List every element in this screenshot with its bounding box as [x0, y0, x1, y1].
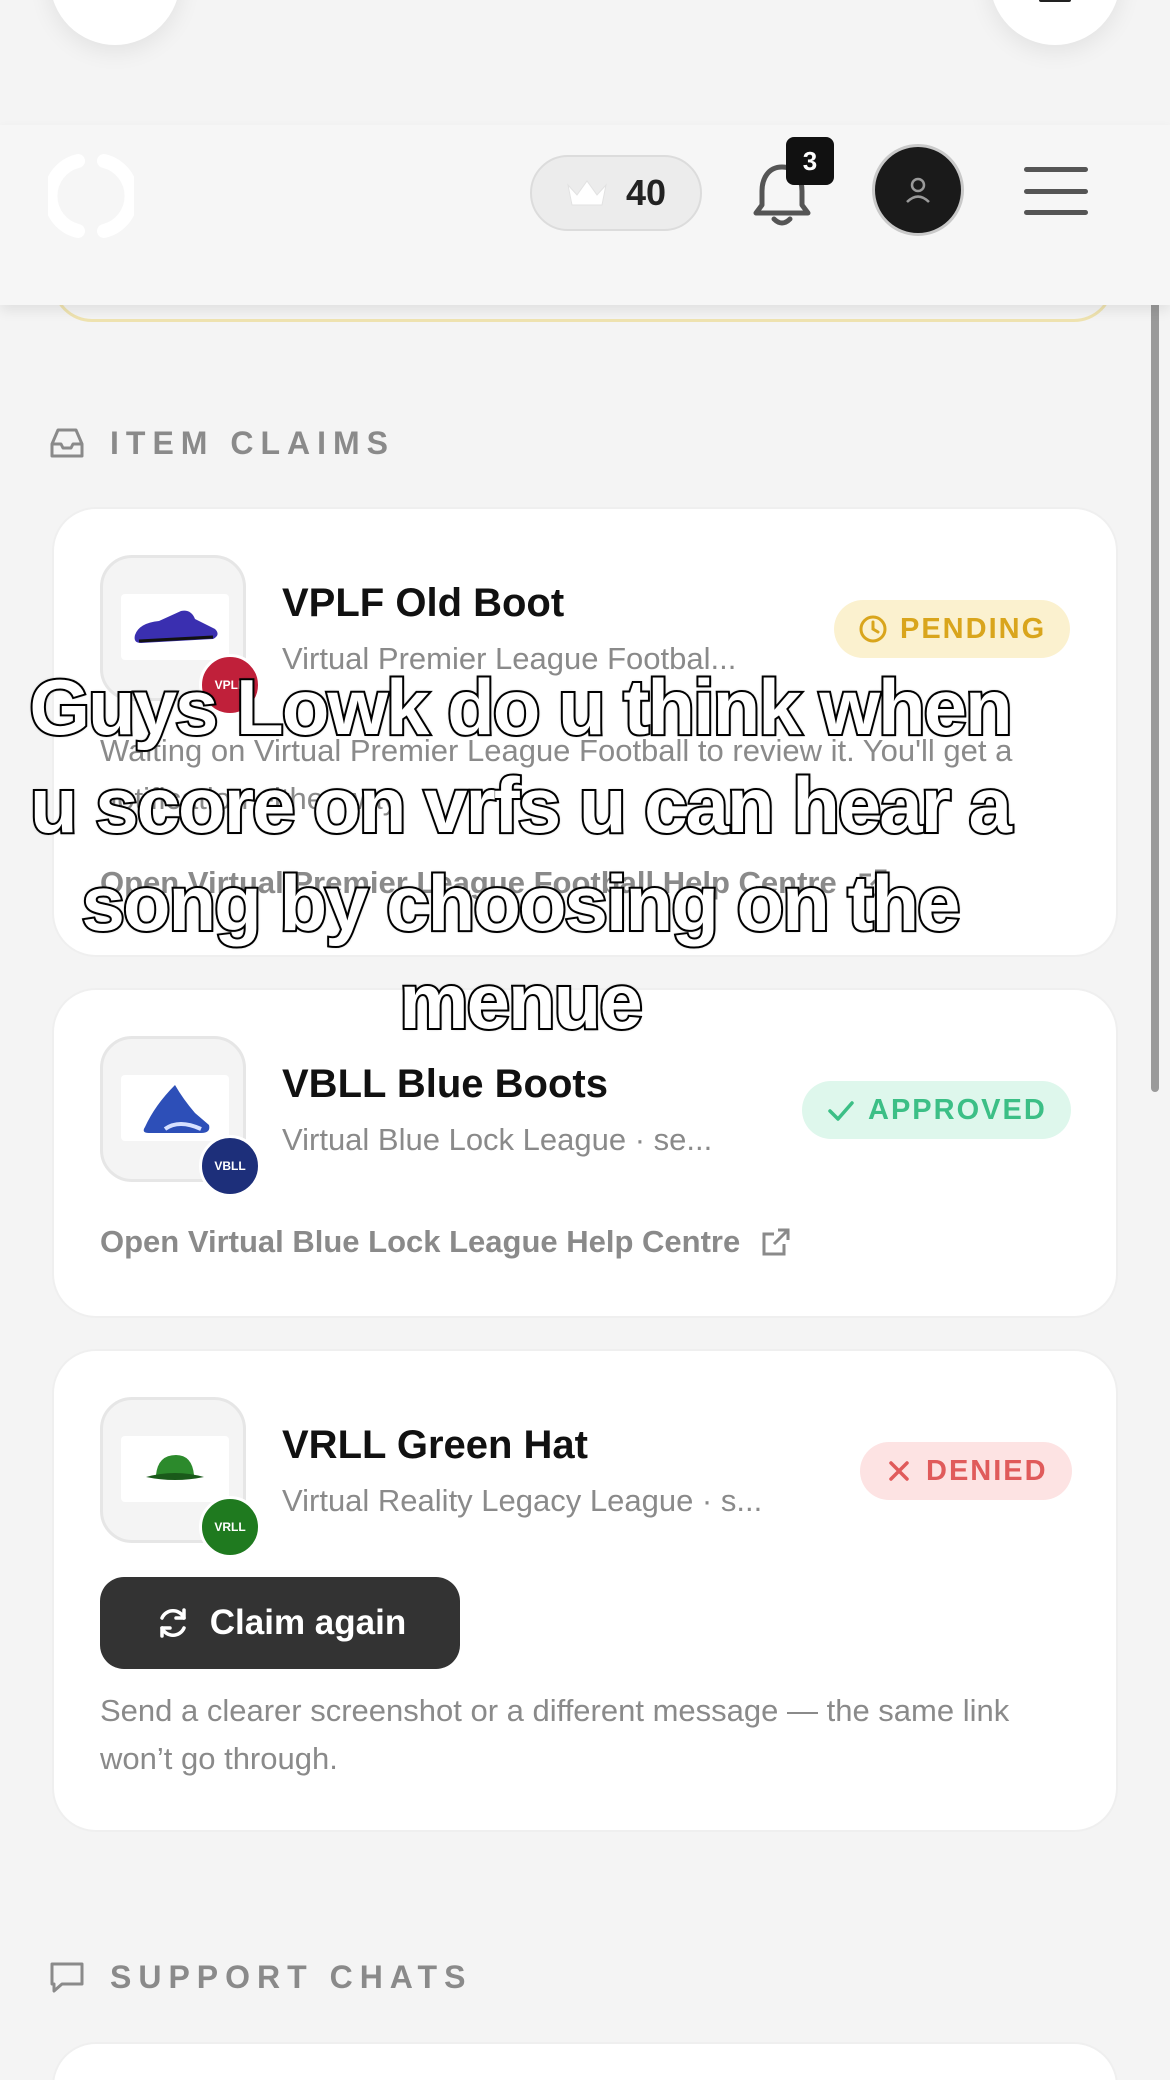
crown-icon — [567, 180, 607, 206]
hamburger-menu-icon[interactable] — [1024, 167, 1088, 215]
external-link-icon — [762, 1228, 790, 1256]
item-claims-heading: ITEM CLAIMS — [48, 424, 395, 462]
check-icon — [828, 1101, 854, 1121]
claim-note: Send a clearer screenshot or a different… — [100, 1693, 1010, 1776]
boot-icon — [134, 610, 218, 643]
claim-again-button[interactable]: Claim again — [100, 1577, 460, 1669]
item-subtitle: Virtual Blue Lock League · se... — [282, 1122, 713, 1157]
boot-icon — [143, 1085, 210, 1133]
status-badge-denied: DENIED — [860, 1442, 1072, 1500]
league-badge: VRLL — [199, 1496, 261, 1558]
support-chat-card[interactable] — [52, 2042, 1118, 2080]
league-badge: VBLL — [199, 1135, 261, 1197]
hat-icon — [146, 1455, 204, 1480]
notification-badge: 3 — [786, 137, 834, 185]
avatar[interactable] — [872, 144, 964, 236]
video-caption: Guys Lowk do u think when u score on vrf… — [27, 661, 1014, 1047]
scrollbar[interactable] — [1151, 272, 1159, 1092]
support-chats-heading: SUPPORT CHATS — [48, 1958, 472, 1996]
item-name: VRLL Green Hat — [282, 1423, 588, 1467]
crown-count: 40 — [625, 172, 667, 213]
inbox-icon — [50, 428, 84, 458]
item-name: VPLF Old Boot — [282, 581, 565, 625]
user-icon — [906, 177, 930, 203]
help-centre-link[interactable]: Open Virtual Blue Lock League Help Centr… — [100, 1224, 792, 1260]
x-icon — [889, 1461, 909, 1481]
close-button[interactable] — [50, 0, 180, 45]
close-icon — [90, 0, 140, 7]
claim-card-denied[interactable]: VRLL VRLL Green Hat Virtual Reality Lega… — [52, 1349, 1118, 1832]
item-thumbnail: VBLL — [100, 1036, 261, 1197]
minus-icon — [1039, 0, 1071, 2]
clock-icon — [859, 615, 887, 643]
crown-balance[interactable]: 40 — [530, 155, 702, 231]
status-badge-approved: APPROVED — [802, 1081, 1071, 1139]
top-title-fragment — [610, 0, 680, 6]
status-badge-pending: PENDING — [834, 600, 1071, 658]
chat-icon — [50, 1962, 84, 1993]
item-name: VBLL Blue Boots — [282, 1062, 608, 1106]
item-thumbnail: VRLL — [100, 1397, 261, 1558]
refresh-icon — [160, 1608, 186, 1638]
app-logo-icon[interactable] — [48, 153, 134, 239]
item-subtitle: Virtual Reality Legacy League · s... — [282, 1483, 763, 1518]
app-header: 40 3 — [0, 125, 1170, 305]
share-button[interactable] — [990, 0, 1120, 45]
